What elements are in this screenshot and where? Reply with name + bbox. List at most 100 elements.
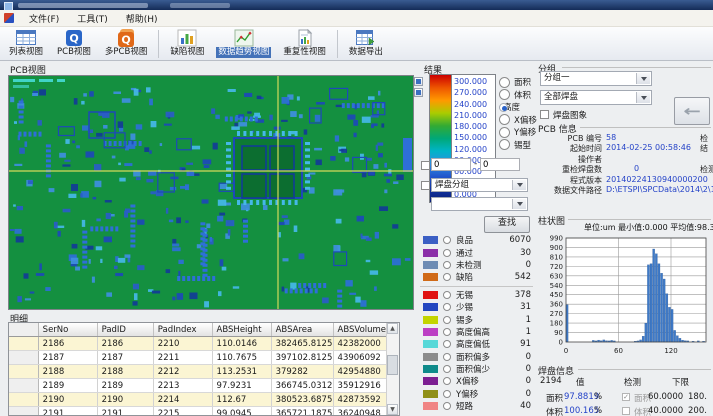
table-cell[interactable]: 2214 [153,393,212,407]
row-selector-cell[interactable] [9,351,38,365]
pad-group-select[interactable]: 焊盘分组 [431,178,528,192]
radio-icon[interactable] [443,340,451,348]
details-table-scrollbar[interactable]: ▲ ▼ [386,323,399,415]
legend-item[interactable]: Y偏移0 [420,388,533,400]
radio-icon[interactable] [443,377,451,385]
list-view-button[interactable]: 列表视图 [2,28,50,60]
pad-test-checkbox[interactable]: ✓ [622,393,630,401]
data-export-button[interactable]: 数据导出 [342,28,390,60]
table-row[interactable]: 218821882212113.253137928242954880 [9,365,399,379]
table-cell[interactable]: 2188 [97,365,153,379]
radio-icon[interactable] [499,127,510,138]
legend-item[interactable]: X偏移0 [420,375,533,387]
table-cell[interactable]: 2212 [153,365,212,379]
table-cell[interactable]: 382465.8125 [271,337,333,351]
table-cell[interactable]: 2189 [97,379,153,393]
legend-item[interactable]: 面积偏少0 [420,363,533,375]
row-selector-cell[interactable] [9,407,38,416]
radio-icon[interactable] [443,291,451,299]
data-trend-view-button[interactable]: 数据趋势视图 [211,28,276,60]
table-cell[interactable]: 99.0945 [212,407,271,416]
table-row[interactable]: 218621862210110.0146382465.812542382000 [9,337,399,351]
table-cell[interactable]: 2186 [97,337,153,351]
metric-option[interactable]: X偏移 [499,114,533,127]
table-row[interactable]: 218721872211110.7675397102.812543906092 [9,351,399,365]
table-cell[interactable]: 2191 [38,407,97,416]
table-cell[interactable]: 380523.6875 [271,393,333,407]
repeatability-view-button[interactable]: 重复性视图 [276,28,333,60]
table-cell[interactable]: 2213 [153,379,212,393]
menu-tools[interactable]: 工具(T) [68,10,117,27]
multi-pcb-view-button[interactable]: Q 多PCB视图 [98,28,154,60]
range-to-input[interactable] [480,158,520,171]
scrollbar-thumb[interactable] [387,355,398,375]
pad-group-sub-select[interactable] [431,197,528,211]
menu-file[interactable]: 文件(F) [20,10,68,27]
metric-option[interactable]: 面积 [499,76,533,89]
table-cell[interactable]: 2215 [153,407,212,416]
radio-icon[interactable] [443,353,451,361]
search-button[interactable]: 查找 [484,216,530,233]
legend-item[interactable]: 通过30 [420,246,533,258]
table-row[interactable]: 21912191221599.0945365721.187536240948 [9,407,399,416]
back-arrow-button[interactable]: ← [674,97,710,125]
row-selector-cell[interactable] [9,365,38,379]
table-cell[interactable]: 112.67 [212,393,271,407]
radio-icon[interactable] [499,103,508,112]
row-selector-cell[interactable] [9,393,38,407]
defect-view-button[interactable]: 缺陷视图 [163,28,211,60]
range-from-input[interactable] [431,158,471,171]
legend-item[interactable]: 面积偏多0 [420,351,533,363]
legend-item[interactable]: 锡多1 [420,313,533,325]
radio-icon[interactable] [443,390,451,398]
table-cell[interactable]: 379282 [271,365,333,379]
radio-icon[interactable] [443,249,451,257]
metric-option[interactable]: 高度 [499,101,533,114]
legend-item[interactable]: 无锡378 [420,289,533,301]
table-cell[interactable]: 113.2531 [212,365,271,379]
table-row[interactable]: 219021902214112.67380523.687542873592 [9,393,399,407]
metric-option[interactable]: Y偏移 [499,126,533,139]
table-cell[interactable]: 2210 [153,337,212,351]
menu-help[interactable]: 帮助(H) [117,10,167,27]
legend-item[interactable]: 未检测0 [420,259,533,271]
radio-icon[interactable] [499,77,510,88]
pad-image-checkbox[interactable] [540,110,549,119]
metric-option[interactable]: 体积 [499,89,533,102]
table-cell[interactable]: 366745.0312 [271,379,333,393]
pcb-view-button[interactable]: Q PCB视图 [50,28,98,60]
table-cell[interactable]: 110.7675 [212,351,271,365]
radio-icon[interactable] [443,236,451,244]
table-cell[interactable]: 397102.8125 [271,351,333,365]
table-cell[interactable]: 2189 [38,379,97,393]
legend-item[interactable]: 短路40 [420,400,533,412]
radio-icon[interactable] [499,114,510,125]
legend-item[interactable]: 少锡31 [420,301,533,313]
radio-icon[interactable] [443,273,451,281]
radio-icon[interactable] [499,139,510,150]
legend-item[interactable]: 高度偏低91 [420,338,533,350]
table-cell[interactable]: 2190 [38,393,97,407]
splitter-button-bottom[interactable] [414,88,423,97]
range-filter-checkbox[interactable] [421,161,430,170]
table-cell[interactable]: 2188 [38,365,97,379]
row-selector-cell[interactable] [9,379,38,393]
radio-icon[interactable] [443,402,451,410]
table-cell[interactable]: 2190 [97,393,153,407]
radio-icon[interactable] [443,316,451,324]
radio-icon[interactable] [443,261,451,269]
table-cell[interactable]: 2186 [38,337,97,351]
scroll-down-icon[interactable]: ▼ [387,404,398,415]
radio-icon[interactable] [443,328,451,336]
pad-scope-select[interactable]: 全部焊盘 [540,90,652,105]
table-cell[interactable]: 2211 [153,351,212,365]
pad-test-checkbox[interactable] [622,407,630,415]
row-selector-cell[interactable] [9,337,38,351]
group-filter-checkbox[interactable] [421,181,430,190]
table-cell[interactable]: 2187 [97,351,153,365]
pcb-board-canvas[interactable] [8,75,414,310]
metric-option[interactable]: 锡型 [499,139,533,152]
radio-icon[interactable] [499,89,510,100]
table-cell[interactable]: 2187 [38,351,97,365]
table-row[interactable]: 21892189221397.9231366745.031235912916 [9,379,399,393]
